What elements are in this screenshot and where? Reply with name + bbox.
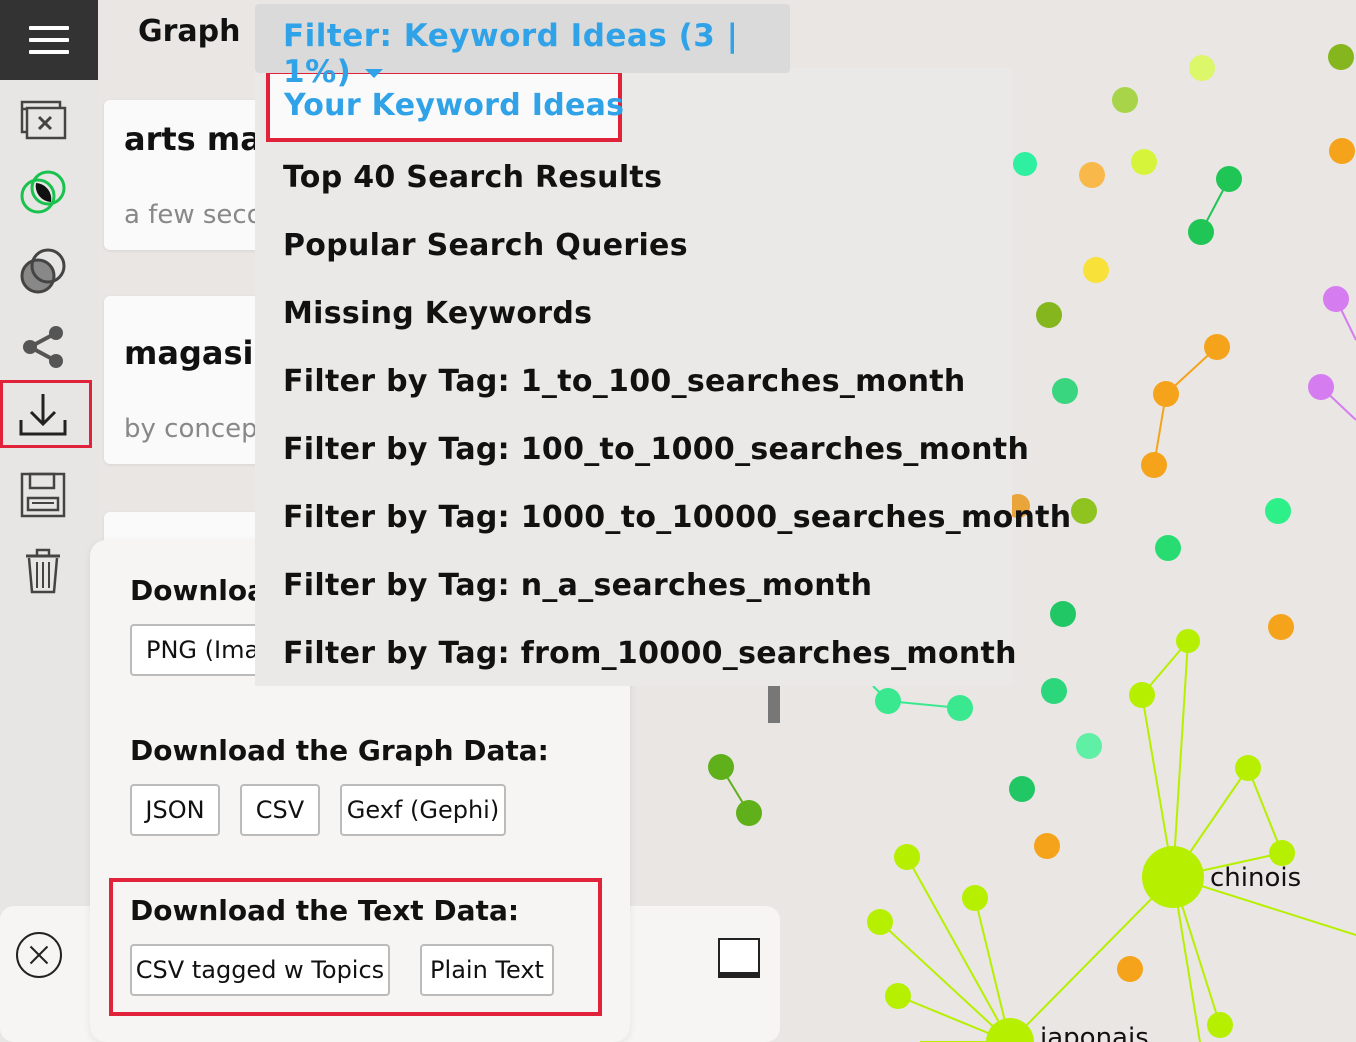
gexf-button[interactable]: Gexf (Gephi) <box>340 784 506 836</box>
close-icon[interactable] <box>16 932 62 978</box>
window-close-icon[interactable] <box>18 96 68 146</box>
trash-icon[interactable] <box>18 546 68 596</box>
overlap-circles-icon[interactable] <box>18 246 68 296</box>
menu-item-popular-queries[interactable]: Popular Search Queries <box>283 228 688 263</box>
overlap-green-icon[interactable] <box>18 168 68 218</box>
card-subtitle: a few seco <box>124 200 263 230</box>
menu-item-tag-1-100[interactable]: Filter by Tag: 1_to_100_searches_month <box>283 364 966 399</box>
tab-graph[interactable]: Graph <box>138 14 241 49</box>
menu-item-tag-10000-plus[interactable]: Filter by Tag: from_10000_searches_month <box>283 636 1017 671</box>
chevron-down-icon <box>365 69 384 78</box>
download-highlight <box>0 380 92 448</box>
save-icon[interactable] <box>18 470 68 520</box>
menu-item-missing-keywords[interactable]: Missing Keywords <box>283 296 592 331</box>
text-data-highlight <box>109 878 602 1016</box>
csv-button[interactable]: CSV <box>240 784 320 836</box>
menu-item-your-keyword-ideas[interactable]: Your Keyword Ideas <box>284 88 624 123</box>
json-button[interactable]: JSON <box>130 784 220 836</box>
node-label: japonais <box>1039 1023 1149 1042</box>
png-button[interactable]: PNG (Imag <box>130 624 270 676</box>
filter-dropdown-menu: Top 40 Search Results Popular Search Que… <box>255 68 1071 686</box>
square-toggle-icon[interactable] <box>718 938 760 978</box>
download-graph-heading: Download the Graph Data: <box>130 734 549 767</box>
node-label: chinois <box>1210 863 1301 893</box>
menu-item-tag-100-1000[interactable]: Filter by Tag: 100_to_1000_searches_mont… <box>283 432 1029 467</box>
menu-icon[interactable] <box>0 0 98 80</box>
card-title: magasin <box>124 334 277 372</box>
scroll-handle[interactable] <box>768 686 780 723</box>
filter-dropdown-button[interactable]: Filter: Keyword Ideas (3 | 1%) <box>255 4 790 90</box>
left-toolbar <box>0 0 98 1042</box>
share-icon[interactable] <box>18 322 68 372</box>
menu-item-top-40[interactable]: Top 40 Search Results <box>283 160 662 195</box>
menu-item-tag-1000-10000[interactable]: Filter by Tag: 1000_to_10000_searches_mo… <box>283 500 1071 535</box>
menu-item-tag-na[interactable]: Filter by Tag: n_a_searches_month <box>283 568 872 603</box>
card-subtitle: by concep <box>124 414 258 444</box>
